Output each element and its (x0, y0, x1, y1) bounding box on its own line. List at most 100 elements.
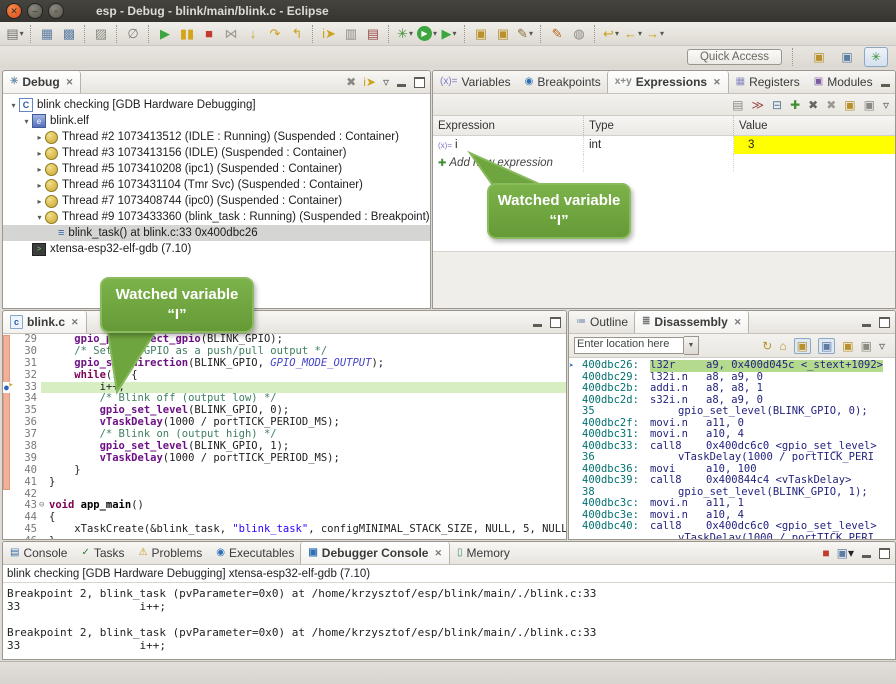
tree-expander-icon[interactable]: ▸ (34, 197, 45, 206)
terminate-button[interactable]: ■ (199, 24, 219, 44)
debug-tree-item[interactable]: >xtensa-esp32-elf-gdb (7.10) (3, 241, 430, 257)
tab-debugger-console[interactable]: ▣Debugger Console✕ (300, 542, 450, 564)
tree-expander-icon[interactable]: ▾ (34, 213, 45, 222)
quick-access-button[interactable]: Quick Access (687, 49, 782, 65)
disconnect-button[interactable]: ⋈ (221, 24, 241, 44)
code-line-41[interactable]: 41} (3, 477, 566, 489)
value-cell[interactable]: 3 (734, 136, 895, 154)
tab-outline[interactable]: ≔Outline (569, 311, 635, 333)
debug-tree-item[interactable]: ▸Thread #2 1073413512 (IDLE : Running) (… (3, 129, 430, 145)
code-editor[interactable]: 29 gpio_pad_select_gpio(BLINK_GPIO);30 /… (3, 334, 566, 539)
window-minimize-button[interactable]: – (27, 3, 43, 19)
show-type-names-icon[interactable]: ▤ (732, 99, 743, 111)
tab-disassembly[interactable]: ≣Disassembly✕ (634, 311, 749, 333)
show-source-toggle[interactable]: ▣ (794, 338, 811, 354)
toggle-mark-occurrences-button[interactable]: ✎ (547, 24, 567, 44)
dropdown-arrow-icon[interactable]: ▾ (453, 30, 457, 38)
minimize-icon[interactable] (532, 318, 543, 327)
dropdown-arrow-icon[interactable]: ▾ (409, 30, 413, 38)
disassembly-line[interactable]: 400dbc40:call80x400dc6c0 <gpio_set_level… (569, 521, 895, 533)
tab-executables[interactable]: ◉Executables (209, 542, 301, 564)
maximize-icon[interactable] (879, 317, 890, 328)
dropdown-arrow-icon[interactable]: ▾ (20, 30, 24, 38)
disassembly-listing[interactable]: ➤400dbc26:l32ra9, 0x400d045c <_stext+109… (569, 358, 895, 539)
tab-memory[interactable]: ▯Memory (450, 542, 517, 564)
dropdown-arrow-icon[interactable]: ▾ (529, 30, 533, 38)
skip-all-breakpoints-button[interactable]: ∅ (123, 24, 143, 44)
tab-expressions[interactable]: x+yExpressions✕ (607, 71, 729, 93)
console-output[interactable]: Breakpoint 2, blink_task (pvParameter=0x… (3, 583, 895, 659)
run-button[interactable]: ▶▾ (417, 24, 437, 44)
tree-expander-icon[interactable]: ▸ (34, 181, 45, 190)
view-menu-icon[interactable]: ▿ (879, 340, 885, 352)
location-input[interactable]: Enter location here (574, 337, 684, 354)
display-selected-console-icon[interactable]: ▣▾ (837, 547, 854, 559)
debug-trace-button[interactable]: ▤ (363, 24, 383, 44)
cpp-perspective-button[interactable]: ▣ (836, 48, 858, 66)
open-type-button[interactable]: ◍ (569, 24, 589, 44)
instruction-stepping-button[interactable]: i➤ (319, 24, 339, 44)
close-icon[interactable]: ✕ (734, 317, 742, 328)
dropdown-arrow-icon[interactable]: ▾ (638, 30, 642, 38)
collapse-all-icon[interactable]: ⊟ (772, 99, 782, 111)
save-all-button[interactable]: ▩ (59, 24, 79, 44)
window-close-button[interactable]: ✕ (6, 3, 22, 19)
tab-blink-c[interactable]: c blink.c ✕ (2, 311, 87, 333)
dropdown-arrow-icon[interactable]: ▾ (615, 30, 619, 38)
debug-tree-item[interactable]: ▸Thread #6 1073431104 (Tmr Svc) (Suspend… (3, 177, 430, 193)
refresh-icon[interactable]: ↻ (762, 340, 772, 352)
close-icon[interactable]: ✕ (713, 77, 721, 88)
show-logical-structure-icon[interactable]: ≫ (751, 99, 764, 111)
tab-modules[interactable]: ▣Modules (807, 71, 880, 93)
back-button[interactable]: ←▾ (623, 24, 643, 44)
column-expression[interactable]: Expression (433, 116, 584, 135)
terminate-console-icon[interactable]: ■ (822, 547, 829, 559)
dropdown-arrow-icon[interactable]: ▾ (433, 30, 437, 38)
tab-variables[interactable]: (x)=Variables (433, 71, 518, 93)
tree-expander-icon[interactable]: ▸ (34, 165, 45, 174)
debug-perspective-button[interactable]: ✳ (864, 47, 888, 67)
tab-debug[interactable]: ✳ Debug ✕ (2, 71, 81, 93)
dropdown-arrow-icon[interactable]: ▾ (660, 30, 664, 38)
tree-expander-icon[interactable]: ▾ (8, 101, 19, 110)
step-return-button[interactable]: ↰ (287, 24, 307, 44)
pin-view-icon[interactable]: ▣ (861, 340, 872, 352)
tab-breakpoints[interactable]: ◉Breakpoints (518, 71, 608, 93)
minimize-icon[interactable] (396, 78, 407, 87)
remove-expression-icon[interactable]: ✖ (808, 99, 818, 111)
disassembly-line[interactable]: vTaskDelay(1000 / portTICK PERI (569, 533, 895, 540)
add-expression-icon[interactable]: ✚ (790, 99, 800, 111)
location-dropdown-icon[interactable]: ▼ (684, 336, 699, 355)
home-icon[interactable]: ⌂ (779, 340, 786, 352)
close-icon[interactable]: ✕ (71, 317, 79, 328)
pin-view-icon[interactable]: ▣ (864, 99, 875, 111)
tree-expander-icon[interactable]: ▸ (34, 133, 45, 142)
forward-button[interactable]: →▾ (645, 24, 665, 44)
disassembly-line[interactable]: 400dbc39:call80x400844c4 <vTaskDelay> (569, 475, 895, 487)
code-line-45[interactable]: 45 xTaskCreate(&blink_task, "blink_task"… (3, 524, 566, 536)
suspend-button[interactable]: ▮▮ (177, 24, 197, 44)
resume-button[interactable]: ▶ (155, 24, 175, 44)
fold-collapse-icon[interactable]: ⊖ (39, 500, 44, 512)
last-edit-location-button[interactable]: ↩▾ (601, 24, 621, 44)
close-icon[interactable]: ✕ (66, 77, 74, 88)
tab-console[interactable]: ▤Console (3, 542, 74, 564)
maximize-icon[interactable] (550, 317, 561, 328)
debug-tree-item[interactable]: ▾Thread #9 1073433360 (blink_task : Runn… (3, 209, 430, 225)
tab-tasks[interactable]: ✓Tasks (74, 542, 131, 564)
remove-all-terminated-icon[interactable]: ✖ (346, 76, 356, 88)
remove-all-expressions-icon[interactable]: ✖ (826, 99, 836, 111)
column-value[interactable]: Value (734, 116, 895, 135)
type-cell[interactable]: int (584, 136, 734, 154)
new-view-icon[interactable]: ▣ (844, 99, 855, 111)
code-line-46[interactable]: 46} (3, 536, 566, 539)
window-maximize-button[interactable]: ▫ (48, 3, 64, 19)
external-tools-button[interactable]: ▶▾ (439, 24, 459, 44)
code-line-40[interactable]: 40 } (3, 465, 566, 477)
maximize-icon[interactable] (414, 77, 425, 88)
new-view-icon[interactable]: ▣ (842, 340, 853, 352)
debug-tree-item[interactable]: ▸Thread #5 1073410208 (ipc1) (Suspended … (3, 161, 430, 177)
code-line-43[interactable]: 43⊖void app_main() (3, 500, 566, 512)
debug-tree-item[interactable]: ▸Thread #3 1073413156 (IDLE) (Suspended … (3, 145, 430, 161)
minimize-icon[interactable] (861, 549, 872, 558)
